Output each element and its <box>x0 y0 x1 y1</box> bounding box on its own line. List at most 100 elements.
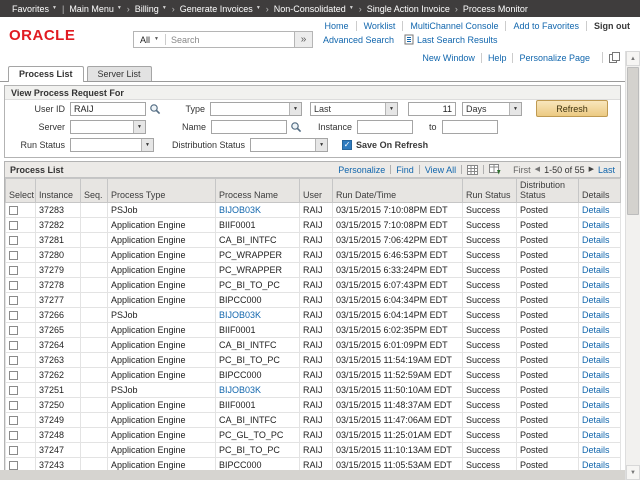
download-to-excel-icon[interactable] <box>489 164 501 175</box>
breadcrumb-item[interactable]: Process Monitor ▼ <box>459 4 532 14</box>
row-select-checkbox[interactable] <box>9 311 18 320</box>
distribution-status-select[interactable]: ▼ <box>250 138 328 152</box>
search-submit-button[interactable]: » <box>295 31 313 48</box>
header-link[interactable]: Worklist <box>356 21 403 31</box>
page-action-link[interactable]: New Window <box>416 53 481 63</box>
page-action-link[interactable]: Personalize Page <box>512 53 596 63</box>
details-link[interactable]: Details <box>582 430 610 440</box>
details-link[interactable]: Details <box>582 385 610 395</box>
scroll-up-icon[interactable]: ▲ <box>626 51 640 66</box>
name-lookup-icon[interactable] <box>290 121 302 133</box>
header-link[interactable]: Home <box>318 21 356 31</box>
find-link[interactable]: Find <box>396 165 414 175</box>
type-select[interactable]: ▼ <box>210 102 302 116</box>
column-header[interactable]: Run Date/Time <box>333 179 463 203</box>
scrollbar-thumb[interactable] <box>627 67 639 215</box>
details-link[interactable]: Details <box>582 310 610 320</box>
row-select-checkbox[interactable] <box>9 371 18 380</box>
details-link[interactable]: Details <box>582 250 610 260</box>
row-select-checkbox[interactable] <box>9 431 18 440</box>
breadcrumb-item[interactable]: Main Menu ▼ <box>65 4 125 14</box>
process-name[interactable]: BIJOB03K <box>219 205 261 215</box>
process-name[interactable]: BIJOB03K <box>219 310 261 320</box>
column-header[interactable]: Seq. <box>81 179 108 203</box>
row-select-checkbox[interactable] <box>9 356 18 365</box>
row-select-checkbox[interactable] <box>9 221 18 230</box>
column-header[interactable]: User <box>300 179 333 203</box>
page-action-link[interactable]: Help <box>481 53 513 63</box>
sign-out-link[interactable]: Sign out <box>586 21 632 31</box>
row-select-checkbox[interactable] <box>9 446 18 455</box>
last-search-results-link[interactable]: Last Search Results <box>417 35 498 45</box>
row-select-checkbox[interactable] <box>9 401 18 410</box>
view-all-link[interactable]: View All <box>425 165 456 175</box>
tab[interactable]: Server List <box>87 66 152 81</box>
breadcrumb-item[interactable]: Generate Invoices ▼ <box>176 4 265 14</box>
next-page-icon[interactable]: ▶ <box>589 166 594 173</box>
breadcrumb-item[interactable]: Favorites ▼ <box>8 4 61 14</box>
column-header[interactable]: Select <box>6 179 36 203</box>
instance-from-input[interactable] <box>357 120 413 134</box>
row-select-checkbox[interactable] <box>9 281 18 290</box>
row-select-checkbox[interactable] <box>9 206 18 215</box>
search-input[interactable] <box>166 33 294 47</box>
column-header[interactable]: Instance <box>36 179 81 203</box>
days-select[interactable]: Days ▼ <box>462 102 522 116</box>
details-link[interactable]: Details <box>582 415 610 425</box>
instance-to-input[interactable] <box>442 120 498 134</box>
vertical-scrollbar[interactable]: ▲ ▼ <box>625 51 640 480</box>
row-select-checkbox[interactable] <box>9 236 18 245</box>
header-link[interactable]: MultiChannel Console <box>402 21 505 31</box>
row-select-checkbox[interactable] <box>9 341 18 350</box>
details-link[interactable]: Details <box>582 445 610 455</box>
details-link[interactable]: Details <box>582 235 610 245</box>
personalize-link[interactable]: Personalize <box>338 165 385 175</box>
refresh-button[interactable]: Refresh <box>536 100 608 117</box>
row-select-checkbox[interactable] <box>9 461 18 470</box>
run-status-select[interactable]: ▼ <box>70 138 154 152</box>
breadcrumb-item[interactable]: Billing ▼ <box>131 4 171 14</box>
row-select-checkbox[interactable] <box>9 416 18 425</box>
details-link[interactable]: Details <box>582 280 610 290</box>
user-id-input[interactable] <box>70 102 146 116</box>
scroll-down-icon[interactable]: ▼ <box>626 465 640 480</box>
details-link[interactable]: Details <box>582 400 610 410</box>
last-count-input[interactable] <box>408 102 456 116</box>
details-link[interactable]: Details <box>582 355 610 365</box>
row-select-checkbox[interactable] <box>9 326 18 335</box>
last-select[interactable]: Last ▼ <box>310 102 398 116</box>
process-name[interactable]: BIJOB03K <box>219 385 261 395</box>
row-select-checkbox[interactable] <box>9 251 18 260</box>
details-link[interactable]: Details <box>582 370 610 380</box>
tab[interactable]: Process List <box>8 66 84 82</box>
details-link[interactable]: Details <box>582 205 610 215</box>
details-link[interactable]: Details <box>582 325 610 335</box>
details-link[interactable]: Details <box>582 295 610 305</box>
advanced-search-link[interactable]: Advanced Search <box>323 35 394 45</box>
search-scope-dropdown[interactable]: All ▼ <box>134 32 165 47</box>
last-page-link[interactable]: Last <box>598 165 615 175</box>
name-input[interactable] <box>211 120 287 134</box>
user-id-lookup-icon[interactable] <box>149 103 161 115</box>
column-header[interactable]: Process Name <box>216 179 300 203</box>
grid-zoom-icon[interactable] <box>467 165 478 175</box>
previous-page-icon[interactable]: ◀ <box>535 166 540 173</box>
save-on-refresh-checkbox[interactable]: ✓ <box>342 140 352 150</box>
column-header[interactable]: Distribution Status <box>517 179 579 203</box>
row-select-checkbox[interactable] <box>9 386 18 395</box>
row-select-checkbox[interactable] <box>9 296 18 305</box>
first-page-link[interactable]: First <box>513 165 531 175</box>
breadcrumb-item[interactable]: Non-Consolidated ▼ <box>270 4 358 14</box>
column-header[interactable]: Details <box>579 179 621 203</box>
row-select-checkbox[interactable] <box>9 266 18 275</box>
breadcrumb-item[interactable]: Single Action Invoice ▼ <box>363 4 454 14</box>
server-select[interactable]: ▼ <box>70 120 146 134</box>
column-header[interactable]: Process Type <box>108 179 216 203</box>
header-link[interactable]: Add to Favorites <box>505 21 586 31</box>
new-window-icon[interactable] <box>602 52 620 63</box>
details-link[interactable]: Details <box>582 460 610 470</box>
details-link[interactable]: Details <box>582 340 610 350</box>
column-header[interactable]: Run Status <box>463 179 517 203</box>
details-link[interactable]: Details <box>582 220 610 230</box>
details-link[interactable]: Details <box>582 265 610 275</box>
